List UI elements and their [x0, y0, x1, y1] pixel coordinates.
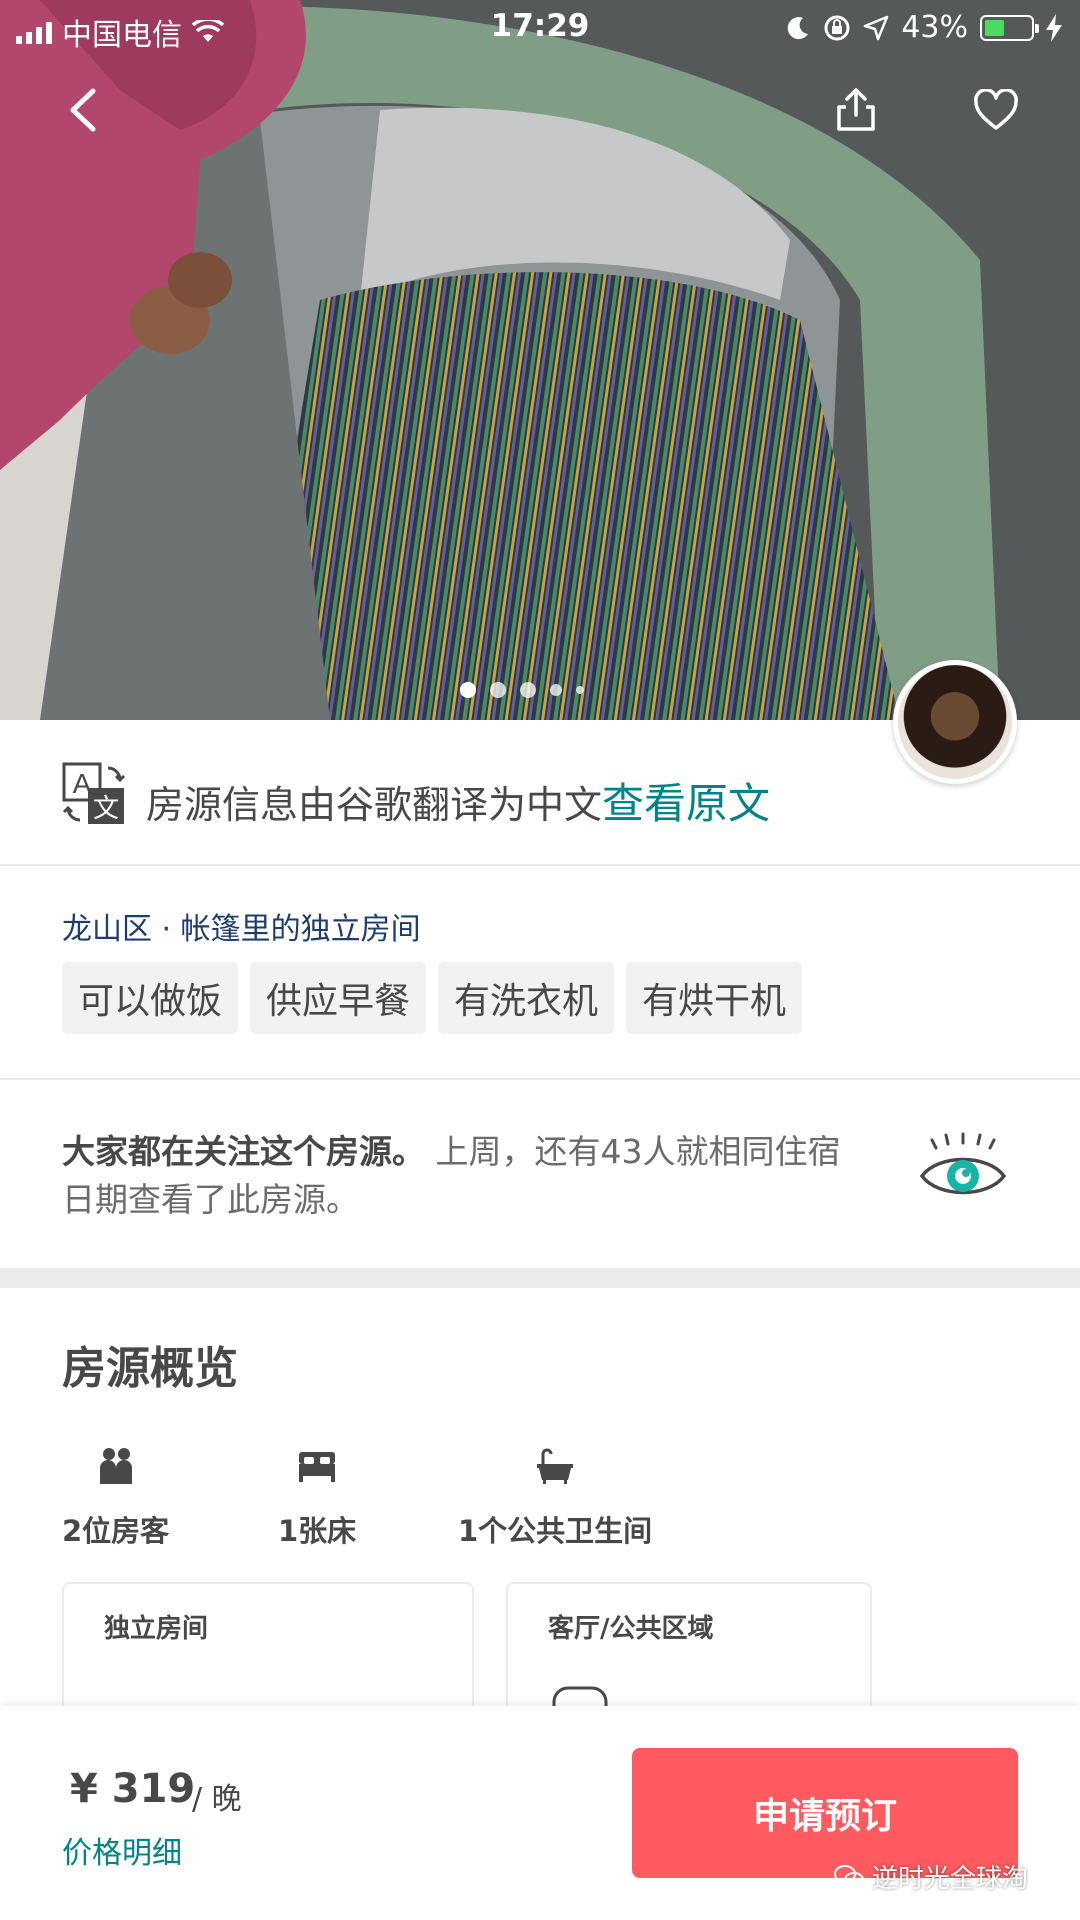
guests-icon	[99, 1448, 132, 1484]
watermark-text: 逆时光全球淘	[872, 1864, 1029, 1894]
popularity-headline: 大家都在关注这个房源。	[62, 1132, 425, 1171]
pagination-dot[interactable]	[550, 684, 562, 696]
view-original-link[interactable]: 查看原文	[602, 779, 770, 828]
card-title: 独立房间	[104, 1614, 209, 1644]
card-title: 客厅/公共区域	[548, 1614, 714, 1644]
amenity-tag: 可以做饭	[62, 962, 239, 1034]
watermark: 逆时光全球淘	[834, 1858, 1028, 1895]
listing-photo[interactable]: 中国电信 17:29 43%	[0, 0, 1080, 720]
battery-level	[985, 19, 1004, 36]
popularity-notice: 大家都在关注这个房源。 上周，还有43人就相同住宿日期查看了此房源。	[62, 1128, 862, 1224]
battery-icon	[980, 14, 1039, 41]
pagination-dot[interactable]	[490, 682, 506, 698]
chevron-left-icon	[70, 88, 96, 132]
photo-pagination	[460, 682, 584, 698]
listing-location: 龙山区 · 帐篷里的独立房间	[62, 912, 421, 947]
nightly-price: ¥ 319	[70, 1766, 196, 1812]
stat-bathrooms: 1个公共卫生间	[458, 1446, 652, 1550]
wechat-icon	[834, 1864, 864, 1888]
battery-percent: 43%	[901, 10, 968, 45]
stat-beds: 1张床	[278, 1446, 356, 1550]
bed-icon	[299, 1452, 336, 1482]
share-icon	[837, 88, 875, 131]
pagination-dot[interactable]	[576, 686, 584, 694]
stat-guests: 2位房客	[62, 1446, 169, 1550]
price-unit: / 晚	[192, 1782, 242, 1817]
booking-bar: ¥ 319 / 晚 价格明细 申请预订 逆时光全球淘	[0, 1706, 1080, 1920]
svg-text:文: 文	[93, 793, 119, 823]
share-button[interactable]	[826, 80, 886, 140]
divider	[0, 1078, 1080, 1080]
stat-label: 2位房客	[62, 1514, 170, 1548]
amenity-tag: 有烘干机	[626, 962, 803, 1034]
location-arrow-icon	[864, 15, 889, 40]
back-button[interactable]	[52, 80, 112, 140]
bathtub-icon	[537, 1448, 574, 1484]
translation-text: 房源信息由谷歌翻译为中文查看原文	[146, 770, 770, 831]
charging-bolt-icon	[1046, 13, 1062, 42]
rotation-lock-icon	[824, 15, 850, 40]
pagination-dot[interactable]	[520, 682, 536, 698]
heart-icon	[974, 89, 1018, 130]
amenity-tag: 有洗衣机	[438, 962, 615, 1034]
host-avatar[interactable]	[893, 660, 1017, 784]
amenity-tags: 可以做饭 供应早餐 有洗衣机 有烘干机	[62, 962, 803, 1034]
eye-icon	[919, 1132, 1007, 1195]
translation-message: 房源信息由谷歌翻译为中文	[146, 783, 603, 827]
overview-title: 房源概览	[62, 1343, 238, 1394]
price-details-link[interactable]: 价格明细	[62, 1828, 182, 1872]
stat-label: 1张床	[278, 1514, 357, 1548]
translate-icon: A 文	[62, 762, 126, 824]
status-bar: 中国电信 17:29 43%	[0, 0, 1080, 56]
moon-icon	[788, 16, 809, 39]
stat-label: 1个公共卫生间	[458, 1514, 653, 1548]
section-separator	[0, 1268, 1080, 1288]
amenity-tag: 供应早餐	[250, 962, 427, 1034]
save-wishlist-button[interactable]	[966, 80, 1026, 140]
pagination-dot[interactable]	[460, 682, 476, 698]
tent-photo	[0, 0, 1080, 720]
